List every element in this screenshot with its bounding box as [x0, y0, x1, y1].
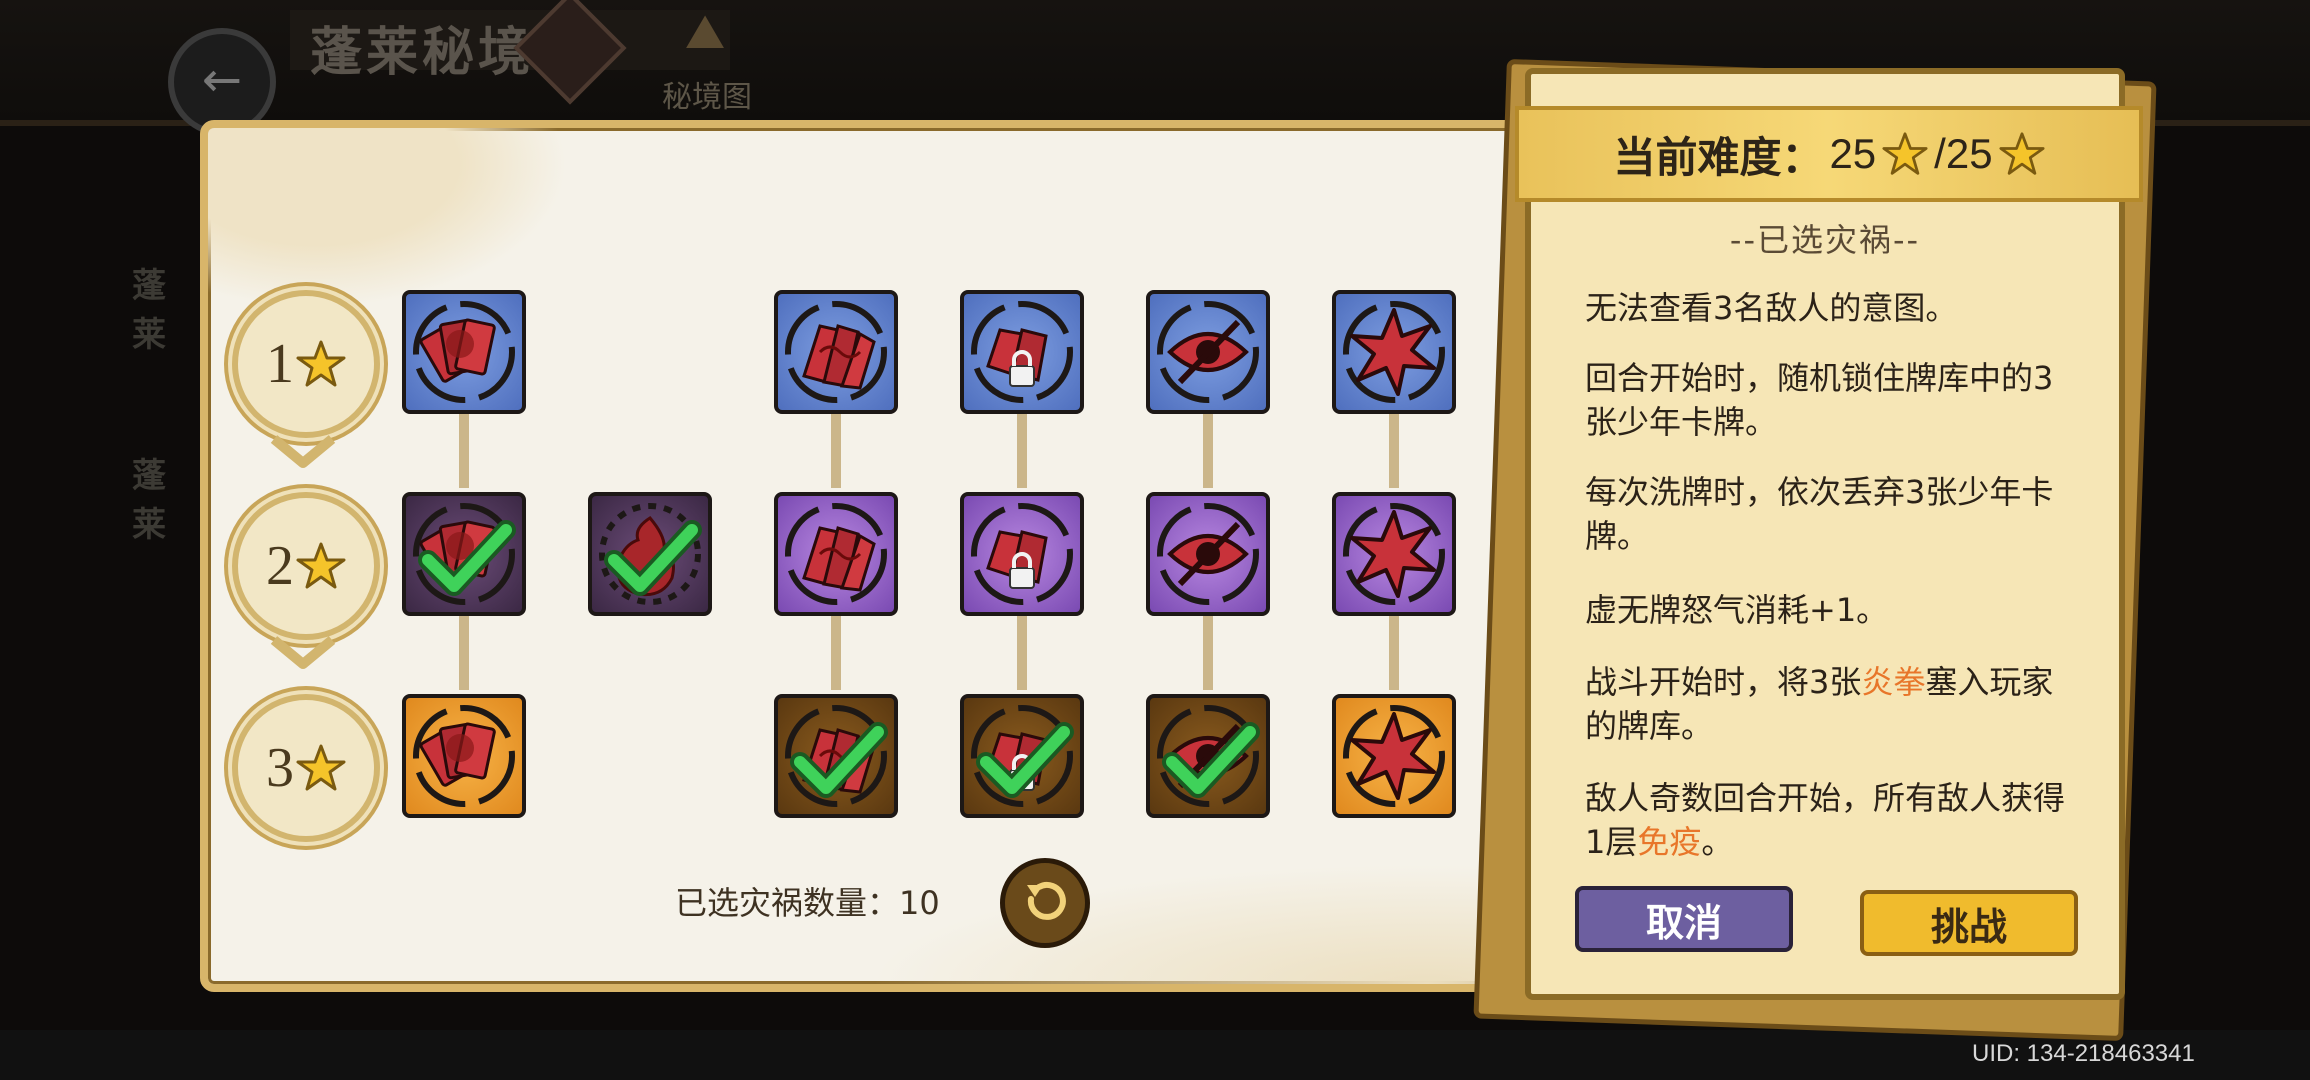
- cards-fan-icon: [408, 296, 520, 408]
- uid-text: UID: 134-218463341: [1972, 1040, 2195, 1067]
- curse-tile-r2-fire-swirl-selected[interactable]: [588, 492, 712, 616]
- curse-tile-r3-cards-fan[interactable]: [402, 694, 526, 818]
- crossed-eye-icon: [1152, 296, 1264, 408]
- desc-keyword[interactable]: 炎拳: [1861, 663, 1925, 701]
- connector: [1389, 612, 1399, 690]
- connector: [459, 410, 469, 488]
- connector: [1017, 410, 1027, 488]
- curse-tile-r1-cards-swirl[interactable]: [774, 290, 898, 414]
- curse-tile-r1-crossed-eye[interactable]: [1146, 290, 1270, 414]
- selected-count: 已选灾祸数量：10: [675, 878, 940, 924]
- footer-bar: [0, 1030, 2310, 1080]
- level-number: 2: [266, 535, 294, 597]
- cancel-button[interactable]: 取消: [1575, 886, 1793, 952]
- star-icon: [296, 541, 346, 591]
- difficulty-max: /25: [1934, 130, 1993, 177]
- desc-text: 战斗开始时，将3张: [1585, 663, 1862, 701]
- curse-description: 战斗开始时，将3张炎拳塞入玩家的牌库。: [1585, 660, 2075, 748]
- curse-description: 敌人奇数回合开始，所有敌人获得1层免疫。: [1585, 776, 2075, 864]
- difficulty-banner: 当前难度： 25 /25: [1515, 106, 2143, 202]
- curse-tile-r2-cards-lock[interactable]: [960, 492, 1084, 616]
- decorative-swirl: [868, 864, 1568, 984]
- crossed-eye-icon: [1152, 498, 1264, 610]
- curse-description: 虚无牌怒气消耗+1。: [1585, 588, 2075, 632]
- cards-swirl-icon: [780, 498, 892, 610]
- mountain-icon[interactable]: ⛰: [660, 4, 750, 61]
- curse-tile-r3-spiky-shell[interactable]: [1332, 694, 1456, 818]
- checkmark-icon: [968, 702, 1080, 814]
- curse-tile-r3-crossed-eye-selected[interactable]: [1146, 694, 1270, 818]
- desc-text: 每次洗牌时，依次丢弃3张少年卡牌。: [1585, 473, 2054, 555]
- checkmark-icon: [1154, 702, 1266, 814]
- curse-tile-r1-cards-lock[interactable]: [960, 290, 1084, 414]
- desc-text: 回合开始时，随机锁住牌库中的3张少年卡牌。: [1585, 359, 2054, 441]
- spiky-shell-icon: [1338, 296, 1450, 408]
- cards-fan-icon: [408, 700, 520, 812]
- side-label: 蓬莱: [132, 266, 166, 355]
- star-icon: [1999, 131, 2045, 177]
- curse-selection-panel: 1 2 3: [200, 120, 1576, 992]
- star-icon: [296, 743, 346, 793]
- curse-description: 每次洗牌时，依次丢弃3张少年卡牌。: [1585, 470, 2075, 558]
- side-label: 蓬莱: [132, 456, 166, 545]
- curse-tile-r2-crossed-eye[interactable]: [1146, 492, 1270, 616]
- curse-tile-r2-cards-swirl[interactable]: [774, 492, 898, 616]
- checkmark-icon: [410, 500, 522, 612]
- decorative-swirl: [208, 128, 568, 308]
- desc-text: 。: [1701, 823, 1734, 861]
- curse-tile-r1-cards-fan[interactable]: [402, 290, 526, 414]
- curse-tile-r3-cards-lock-selected[interactable]: [960, 694, 1084, 818]
- cards-lock-icon: [966, 498, 1078, 610]
- map-label[interactable]: 秘境图: [652, 72, 762, 116]
- curse-tile-r3-cards-swirl-selected[interactable]: [774, 694, 898, 818]
- checkmark-icon: [596, 500, 708, 612]
- level-number: 1: [266, 333, 294, 395]
- star-icon: [296, 339, 346, 389]
- connector: [831, 410, 841, 488]
- reset-button[interactable]: [1000, 858, 1090, 948]
- connector: [459, 612, 469, 690]
- back-arrow-icon: ←: [201, 52, 243, 108]
- connector: [1017, 612, 1027, 690]
- challenge-button[interactable]: 挑战: [1860, 890, 2078, 956]
- spiky-shell-icon: [1338, 700, 1450, 812]
- connector: [831, 612, 841, 690]
- curse-description: 无法查看3名敌人的意图。: [1585, 286, 2075, 330]
- desc-keyword[interactable]: 免疫: [1637, 823, 1701, 861]
- connector: [1203, 410, 1213, 488]
- difficulty-current: 25: [1829, 130, 1877, 177]
- connector: [1203, 612, 1213, 690]
- cards-lock-icon: [966, 296, 1078, 408]
- desc-text: 无法查看3名敌人的意图。: [1585, 289, 1958, 327]
- curse-tile-r2-cards-fan-selected[interactable]: [402, 492, 526, 616]
- cards-swirl-icon: [780, 296, 892, 408]
- star-icon: [1882, 131, 1928, 177]
- checkmark-icon: [782, 702, 894, 814]
- difficulty-label: 当前难度：: [1613, 132, 1824, 182]
- selected-count-value: 10: [899, 884, 940, 922]
- chevron-down-icon: [270, 636, 336, 669]
- level-badge-2: 2: [232, 492, 380, 640]
- level-number: 3: [266, 737, 294, 799]
- section-title: --已选灾祸--: [1729, 221, 1921, 259]
- level-badge-3: 3: [232, 694, 380, 842]
- curse-tile-r1-spiky-shell[interactable]: [1332, 290, 1456, 414]
- curse-description: 回合开始时，随机锁住牌库中的3张少年卡牌。: [1585, 356, 2075, 444]
- desc-text: 虚无牌怒气消耗+1。: [1585, 591, 1889, 629]
- chevron-down-icon: [270, 435, 336, 468]
- spiky-shell-icon: [1338, 498, 1450, 610]
- reset-arrow-icon: [1027, 882, 1066, 920]
- curse-tile-r2-spiky-shell[interactable]: [1332, 492, 1456, 616]
- connector: [1389, 410, 1399, 488]
- level-badge-1: 1: [232, 290, 380, 438]
- selected-count-label: 已选灾祸数量：: [675, 884, 900, 922]
